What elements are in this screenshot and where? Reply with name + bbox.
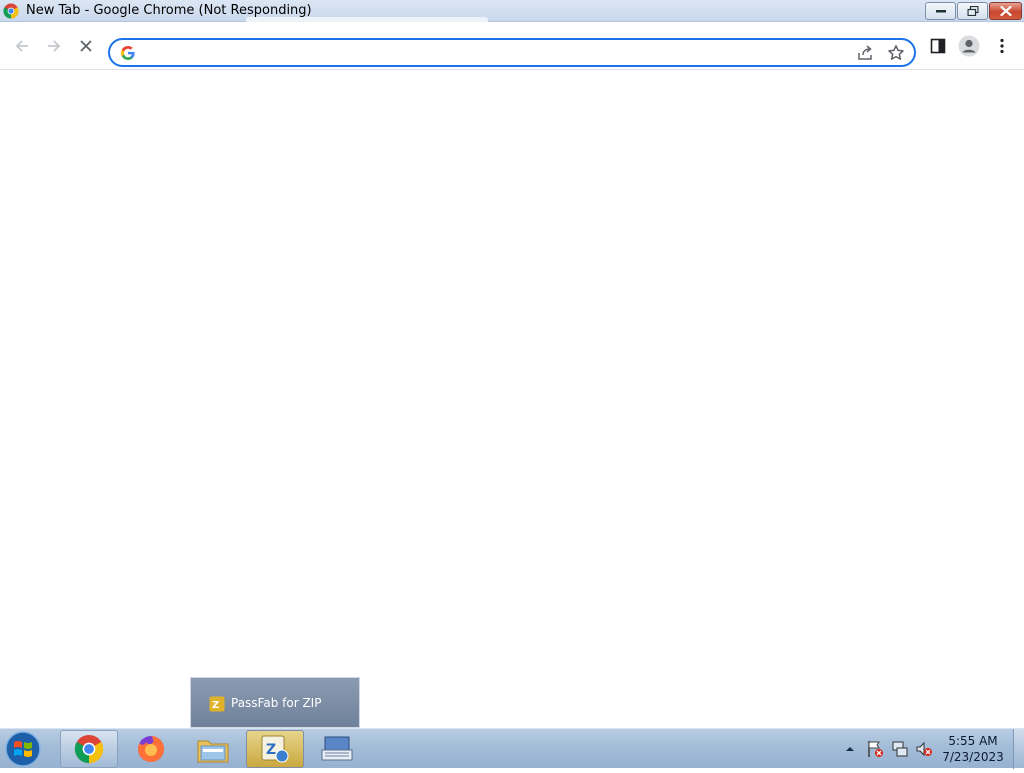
restore-icon <box>967 6 978 16</box>
chevron-up-icon <box>846 747 854 751</box>
side-panel-button[interactable] <box>926 34 950 58</box>
svg-text:Z: Z <box>212 700 219 711</box>
taskbar-thumbnail-popup[interactable]: Z PassFab for ZIP <box>190 677 360 728</box>
close-x-icon <box>80 40 92 52</box>
taskbar-chrome[interactable] <box>60 730 118 768</box>
system-clock[interactable]: 5:55 AM 7/23/2023 <box>938 733 1008 765</box>
chrome-icon <box>74 734 104 764</box>
window-titlebar[interactable]: New Tab - Google Chrome (Not Responding) <box>0 0 1024 22</box>
clock-time: 5:55 AM <box>948 734 998 748</box>
restore-button[interactable] <box>957 2 988 20</box>
kebab-menu-icon <box>1000 38 1004 54</box>
minimize-icon <box>935 10 946 13</box>
window-title: New Tab - Google Chrome (Not Responding) <box>26 3 312 18</box>
stop-loading-button[interactable] <box>74 34 98 58</box>
folder-icon <box>197 740 229 763</box>
action-center-icon[interactable] <box>866 740 884 758</box>
show-hidden-icons-button[interactable] <box>844 742 856 754</box>
windows-orb-icon <box>5 731 41 767</box>
profile-icon <box>958 35 980 57</box>
passfab-zip-icon: Z <box>261 735 289 763</box>
volume-muted-icon[interactable] <box>915 740 933 758</box>
start-button[interactable] <box>4 730 48 768</box>
address-bar[interactable] <box>108 38 916 67</box>
passfab-zip-icon: Z <box>209 696 225 712</box>
popup-label: PassFab for ZIP <box>231 696 322 710</box>
network-icon[interactable] <box>891 740 909 758</box>
taskbar: Z 5:55 AM 7/23/2023 <box>0 728 1024 769</box>
close-button[interactable] <box>989 2 1022 20</box>
side-panel-icon <box>930 38 946 54</box>
profile-button[interactable] <box>957 34 981 58</box>
keyboard-icon <box>321 736 353 761</box>
svg-text:Z: Z <box>266 742 276 758</box>
taskbar-on-screen-keyboard[interactable] <box>308 730 366 768</box>
show-desktop-button[interactable] <box>1013 729 1024 769</box>
clock-date: 7/23/2023 <box>942 750 1004 764</box>
firefox-icon <box>138 735 165 762</box>
chrome-icon <box>3 3 19 19</box>
menu-button[interactable] <box>990 34 1014 58</box>
minimize-button[interactable] <box>925 2 956 20</box>
omnibox-input[interactable] <box>142 42 842 63</box>
back-button[interactable] <box>10 34 34 58</box>
arrow-right-icon <box>48 40 61 52</box>
taskbar-explorer[interactable] <box>184 730 242 768</box>
google-g-icon <box>120 45 136 61</box>
browser-toolbar <box>0 22 1024 70</box>
share-icon[interactable] <box>856 44 874 62</box>
page-content <box>0 71 1024 728</box>
arrow-left-icon <box>15 40 28 52</box>
taskbar-passfab[interactable]: Z <box>246 730 304 768</box>
close-icon <box>1000 6 1011 16</box>
forward-button[interactable] <box>42 34 66 58</box>
star-icon[interactable] <box>887 44 905 62</box>
taskbar-firefox[interactable] <box>122 730 180 768</box>
